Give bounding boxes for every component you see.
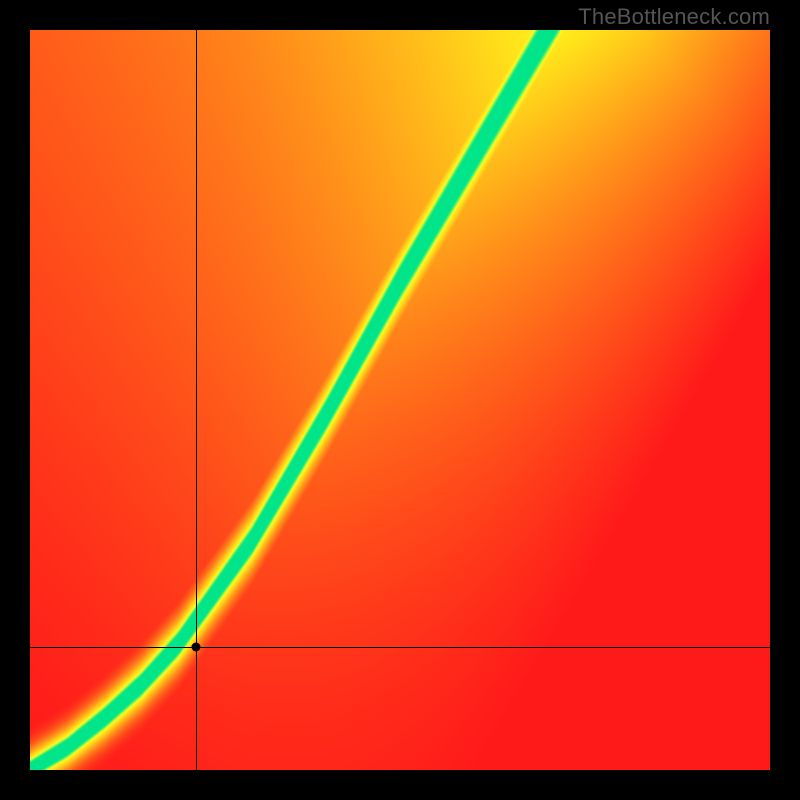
heatmap-canvas [30,30,770,770]
attribution-text: TheBottleneck.com [578,4,770,30]
chart-frame: TheBottleneck.com [0,0,800,800]
heatmap-plot [30,30,770,770]
